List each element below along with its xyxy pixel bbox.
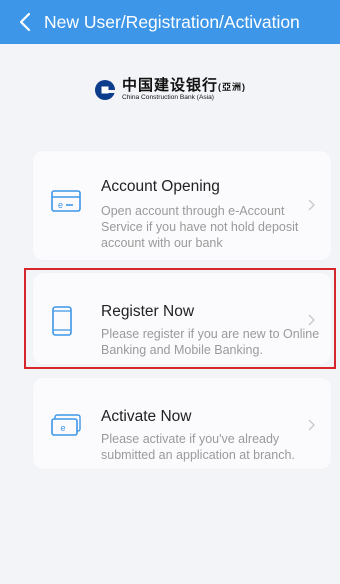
bank-logo: 中国建设银行(亞洲) China Construction Bank (Asia… — [0, 78, 340, 102]
card-title: Register Now — [101, 303, 195, 320]
account-opening-card[interactable]: e Account Opening Open account through e… — [33, 151, 331, 260]
card-description: Please register if you are new to Online… — [101, 327, 320, 357]
logo-english-name: China Construction Bank (Asia) — [121, 94, 214, 101]
card-e-icon: e — [51, 190, 81, 212]
svg-text:e: e — [58, 200, 63, 210]
chevron-left-icon — [19, 12, 31, 32]
navigation-bar: New User/Registration/Activation — [0, 0, 340, 44]
card-title: Activate Now — [101, 408, 192, 425]
svg-text:e: e — [61, 423, 66, 433]
logo-chinese-name: 中国建设银行 — [121, 77, 218, 94]
register-now-card[interactable]: Register Now Please register if you are … — [33, 273, 331, 364]
card-description: Please activate if you've already submit… — [101, 432, 295, 462]
card-title: Account Opening — [101, 178, 220, 195]
phone-icon — [52, 306, 72, 336]
activate-card-icon: e — [51, 414, 81, 436]
activate-now-card[interactable]: e Activate Now Please activate if you've… — [33, 378, 331, 469]
chevron-right-icon — [308, 314, 315, 326]
ccb-logo-icon — [94, 79, 115, 100]
page-title: New User/Registration/Activation — [44, 11, 300, 32]
logo-region: (亞洲) — [218, 82, 246, 92]
back-button[interactable] — [10, 0, 40, 44]
card-description: Open account through e-Account Service i… — [101, 204, 299, 250]
chevron-right-icon — [308, 199, 315, 211]
chevron-right-icon — [308, 419, 315, 431]
